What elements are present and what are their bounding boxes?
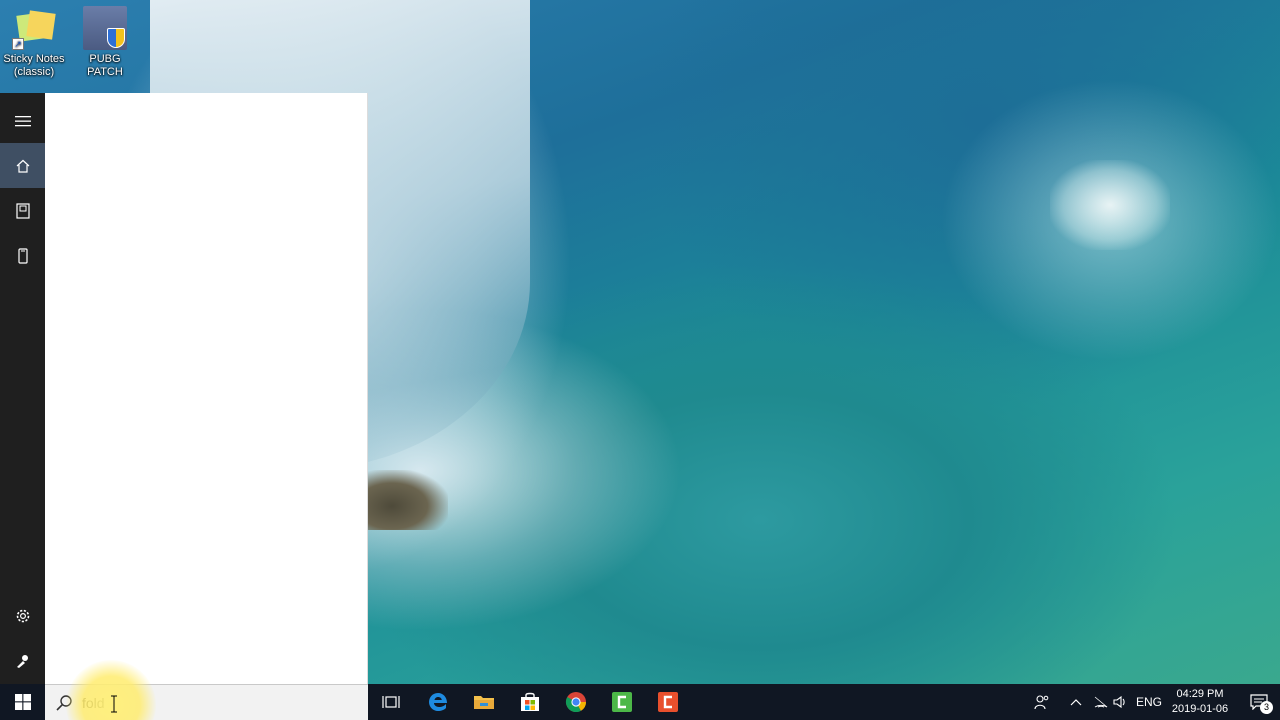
start-menu-pane [45,93,368,684]
home-icon [16,159,29,173]
tray-people[interactable] [1030,684,1054,720]
pubg-patch-icon [83,6,127,50]
wifi-icon [1094,696,1108,708]
sticky-notes-icon: ↗ [12,6,56,50]
taskbar: ENG 04:29 PM 2019-01-06 3 [0,684,1280,720]
language-label: ENG [1135,695,1162,709]
camtasia-red-icon [658,692,678,712]
taskbar-edge[interactable] [415,684,461,720]
notification-count-badge: 3 [1260,701,1273,714]
clock-time: 04:29 PM [1176,688,1224,700]
hamburger-menu-button[interactable] [0,98,45,143]
rail-settings-button[interactable] [0,593,45,638]
tray-volume[interactable] [1111,684,1129,720]
desktop-icon-label: PUBG PATCH [87,53,123,78]
task-view-icon [382,696,400,708]
chevron-up-icon [1070,699,1082,706]
chrome-icon [565,692,587,713]
edge-icon [429,693,447,711]
clock-date: 2019-01-06 [1171,703,1229,715]
tray-clock[interactable]: 04:29 PM 2019-01-06 [1165,684,1235,720]
volume-icon [1113,695,1125,709]
feedback-icon [16,654,28,668]
search-icon [56,695,72,711]
camtasia-green-icon [612,692,632,712]
taskbar-file-explorer[interactable] [461,684,507,720]
phone-icon [17,247,28,264]
people-icon [1034,695,1049,710]
taskbar-camtasia-red[interactable] [645,684,691,720]
tray-language[interactable]: ENG [1134,684,1164,720]
start-menu-rail [0,93,45,684]
distant-trees [368,470,448,530]
action-center-button[interactable]: 3 [1238,684,1280,720]
desktop-icon-pubg-patch[interactable]: PUBG PATCH [71,4,139,79]
document-icon [15,202,30,219]
wave-foam [1050,160,1170,250]
rail-device-button[interactable] [0,233,45,278]
start-button[interactable] [0,684,45,720]
tray-network[interactable] [1092,684,1110,720]
desktop-icon-sticky-notes[interactable]: ↗ Sticky Notes (classic) [0,4,68,79]
tray-show-hidden[interactable] [1066,684,1086,720]
desktop-icon-label: (classic) [13,66,55,78]
windows-logo-icon [14,694,31,710]
taskbar-chrome[interactable] [553,684,599,720]
taskbar-task-view[interactable] [368,684,414,720]
hamburger-icon [14,115,31,126]
taskbar-store[interactable] [507,684,553,720]
store-icon [521,692,539,711]
search-input[interactable] [81,685,351,720]
rail-feedback-button[interactable] [0,638,45,683]
folder-icon [474,696,494,709]
desktop-icon-label: Sticky Notes [3,53,65,65]
rail-documents-button[interactable] [0,188,45,233]
taskbar-search-box[interactable] [45,684,368,720]
rail-home-button[interactable] [0,143,45,188]
gear-icon [16,609,29,622]
taskbar-camtasia-green[interactable] [599,684,645,720]
